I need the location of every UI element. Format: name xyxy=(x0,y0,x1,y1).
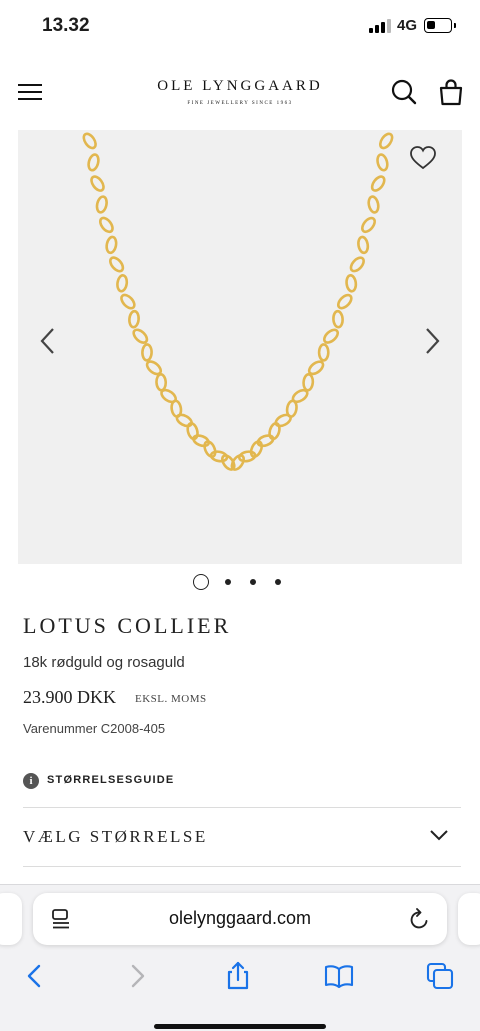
necklace-image xyxy=(82,132,394,471)
share-icon[interactable] xyxy=(223,961,253,991)
battery-icon xyxy=(424,18,456,33)
chain-link xyxy=(332,309,344,329)
carousel-dot[interactable] xyxy=(193,574,209,590)
size-select-label: VÆLG STØRRELSE xyxy=(23,827,208,846)
bookmarks-icon[interactable] xyxy=(324,961,354,991)
chevron-left-icon[interactable] xyxy=(38,326,58,356)
carousel-dot[interactable] xyxy=(225,579,231,585)
carousel-dot[interactable] xyxy=(275,579,281,585)
next-tab-preview[interactable] xyxy=(458,893,480,945)
url-text: olelynggaard.com xyxy=(168,908,312,928)
chevron-down-icon xyxy=(429,828,449,842)
chain-link xyxy=(175,413,193,428)
chain-link xyxy=(367,195,380,214)
status-bar: 13.32 4G xyxy=(0,0,480,54)
address-bar[interactable]: olelynggaard.com xyxy=(33,893,447,945)
product-title: LOTUS COLLIER xyxy=(23,613,232,638)
chain-link xyxy=(132,328,149,344)
chain-link xyxy=(105,235,118,255)
chain-link xyxy=(155,373,168,392)
forward-icon[interactable] xyxy=(122,961,152,991)
chain-link xyxy=(230,454,246,471)
chain-link xyxy=(361,216,376,234)
chain-link xyxy=(370,175,386,192)
tabs-icon[interactable] xyxy=(425,961,455,991)
cellular-signal-icon xyxy=(369,19,391,33)
previous-tab-preview[interactable] xyxy=(0,893,22,945)
status-time: 13.32 xyxy=(42,15,90,36)
chain-link xyxy=(345,274,358,293)
chain-link xyxy=(141,343,153,362)
product-image-gallery[interactable] xyxy=(18,130,462,564)
search-icon[interactable] xyxy=(390,78,418,106)
chain-link xyxy=(120,293,136,310)
brand-logo[interactable]: OLE LYNGGAARD FINE JEWELLERY SINCE 1963 xyxy=(140,78,340,106)
chain-link xyxy=(109,256,125,273)
size-select[interactable]: VÆLG STØRRELSE xyxy=(23,808,461,866)
chain-link xyxy=(307,360,325,376)
chain-link xyxy=(322,328,340,344)
brand-tagline: FINE JEWELLERY SINCE 1963 xyxy=(187,101,293,106)
divider xyxy=(23,866,461,867)
chain-link xyxy=(128,309,140,329)
chain-link xyxy=(249,440,264,458)
back-icon[interactable] xyxy=(20,961,50,991)
product-price: 23.900 DKK xyxy=(23,687,116,707)
chain-link xyxy=(90,175,105,192)
chain-link xyxy=(378,132,394,150)
chain-link xyxy=(376,153,389,172)
menu-icon[interactable] xyxy=(18,82,42,102)
product-sku: Varenummer C2008-405 xyxy=(23,721,166,736)
chain-link xyxy=(336,293,353,310)
network-type: 4G xyxy=(397,17,418,34)
product-material: 18k rødguld og rosaguld xyxy=(23,654,185,671)
chevron-right-icon[interactable] xyxy=(422,326,442,356)
chain-link xyxy=(98,216,114,234)
size-guide-label: STØRRELSESGUIDE xyxy=(47,774,175,786)
price-vat-note: EKSL. MOMS xyxy=(135,693,207,705)
chain-link xyxy=(302,373,315,392)
heart-icon[interactable] xyxy=(409,145,437,171)
chain-link xyxy=(349,256,365,273)
chain-link xyxy=(82,132,97,150)
reader-icon[interactable] xyxy=(51,908,71,930)
info-icon: i xyxy=(23,773,39,789)
brand-name: OLE LYNGGAARD xyxy=(157,78,323,94)
reload-icon[interactable] xyxy=(409,907,431,931)
chain-link xyxy=(317,343,330,362)
chain-link xyxy=(256,434,275,448)
carousel-dot[interactable] xyxy=(250,579,256,585)
site-header: OLE LYNGGAARD FINE JEWELLERY SINCE 1963 xyxy=(0,60,480,126)
chain-link xyxy=(95,195,108,214)
chain-link xyxy=(357,235,370,255)
chain-link xyxy=(116,274,129,293)
home-indicator xyxy=(154,1024,326,1029)
browser-toolbar: olelynggaard.com xyxy=(0,884,480,1031)
chain-link xyxy=(87,153,100,172)
carousel-pagination xyxy=(0,572,480,592)
bag-icon[interactable] xyxy=(438,78,464,106)
